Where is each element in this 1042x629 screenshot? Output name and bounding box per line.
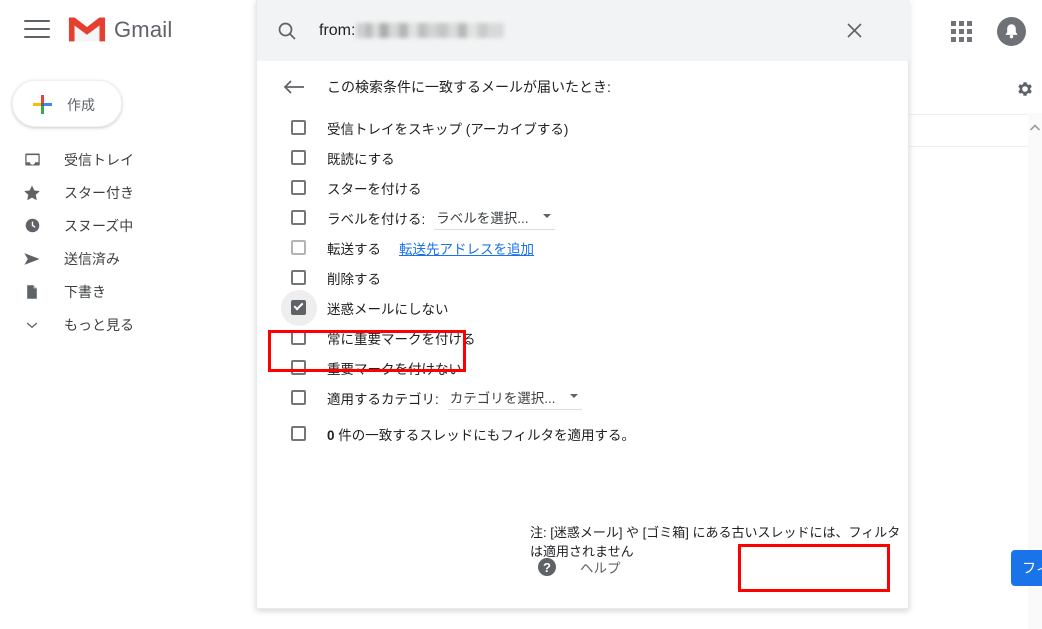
search-bar[interactable]: from: <box>257 0 910 61</box>
clock-icon <box>22 216 42 236</box>
option-label: 受信トレイをスキップ (アーカイブする) <box>327 122 569 137</box>
chevron-down-icon <box>22 315 42 335</box>
checkbox-checked[interactable] <box>281 290 317 326</box>
option-label: 転送する <box>327 242 381 257</box>
sidebar-item-more[interactable]: もっと見る <box>0 308 240 341</box>
sidebar-nav: 受信トレイ スター付き スヌーズ中 送信済み 下書き もっと見る <box>0 143 240 341</box>
compose-label: 作成 <box>67 97 95 113</box>
label-select-value: ラベルを選択... <box>436 210 529 226</box>
option-forward-it[interactable]: 転送する 転送先アドレスを追加 <box>257 233 910 263</box>
filter-options-list: 受信トレイをスキップ (アーカイブする) 既読にする スターを付ける ラベルを付… <box>257 113 910 455</box>
gmail-logo-icon <box>68 17 106 42</box>
sidebar-item-label: スター付き <box>64 184 134 201</box>
compose-button[interactable]: 作成 <box>12 80 122 127</box>
hamburger-menu-icon[interactable] <box>24 20 50 40</box>
checkbox[interactable] <box>291 330 307 346</box>
checkbox[interactable] <box>291 360 307 376</box>
checkbox[interactable] <box>291 390 307 406</box>
checkbox[interactable] <box>291 270 307 286</box>
panel-title: この検索条件に一致するメールが届いたとき: <box>327 79 611 95</box>
search-query-redacted <box>356 23 505 38</box>
create-filter-button[interactable]: フィルタを作成 <box>1011 550 1042 586</box>
option-star-it[interactable]: スターを付ける <box>257 173 910 203</box>
apps-grid-icon[interactable] <box>951 21 973 43</box>
send-icon <box>22 249 42 269</box>
add-forwarding-address-link[interactable]: 転送先アドレスを追加 <box>399 238 534 258</box>
inbox-icon <box>22 150 42 170</box>
category-select[interactable]: カテゴリを選択... <box>447 387 582 410</box>
back-arrow-icon[interactable] <box>283 77 305 97</box>
option-label: 0 件の一致するスレッドにもフィルタを適用する。 <box>327 428 636 443</box>
checkbox[interactable] <box>291 426 307 442</box>
option-label: 削除する <box>327 272 381 287</box>
option-label: ラベルを付ける: <box>327 212 426 227</box>
checkbox[interactable] <box>291 210 307 226</box>
sidebar-item-snoozed[interactable]: スヌーズ中 <box>0 209 240 242</box>
panel-header: この検索条件に一致するメールが届いたとき: <box>257 61 910 113</box>
checkbox[interactable] <box>291 180 307 196</box>
sidebar-item-sent[interactable]: 送信済み <box>0 242 240 275</box>
search-input[interactable]: from: <box>319 21 505 40</box>
close-icon[interactable] <box>845 21 864 40</box>
star-icon <box>22 183 42 203</box>
option-apply-label[interactable]: ラベルを付ける: ラベルを選択... <box>257 203 910 233</box>
chevron-down-icon <box>542 213 551 218</box>
sidebar-item-label: 下書き <box>64 283 106 300</box>
sidebar-item-starred[interactable]: スター付き <box>0 176 240 209</box>
option-label: 迷惑メールにしない <box>327 302 449 317</box>
option-always-mark-important[interactable]: 常に重要マークを付ける <box>257 323 910 353</box>
checkbox[interactable] <box>291 240 307 256</box>
option-never-mark-important[interactable]: 重要マークを付けない <box>257 353 910 383</box>
document-icon <box>22 282 42 302</box>
plus-icon <box>33 95 52 114</box>
option-mark-as-read[interactable]: 既読にする <box>257 143 910 173</box>
option-delete-it[interactable]: 削除する <box>257 263 910 293</box>
category-select-value: カテゴリを選択... <box>449 390 556 406</box>
option-categorise-as[interactable]: 適用するカテゴリ: カテゴリを選択... <box>257 383 910 413</box>
chevron-down-icon <box>569 393 578 398</box>
option-label: スターを付ける <box>327 182 422 197</box>
sidebar-item-label: 受信トレイ <box>64 151 134 168</box>
sidebar-item-drafts[interactable]: 下書き <box>0 275 240 308</box>
option-skip-inbox[interactable]: 受信トレイをスキップ (アーカイブする) <box>257 113 910 143</box>
label-select[interactable]: ラベルを選択... <box>434 207 555 230</box>
chevron-up-icon[interactable] <box>1029 122 1041 134</box>
brand-name: Gmail <box>114 17 173 42</box>
gmail-window: Gmail 作成 受信トレイ スター付き スヌーズ中 送信済み 下書き もっと見… <box>0 0 1042 629</box>
option-apply-to-existing[interactable]: 0 件の一致するスレッドにもフィルタを適用する。 <box>257 413 910 455</box>
sidebar: 作成 受信トレイ スター付き スヌーズ中 送信済み 下書き もっと見る <box>0 61 256 629</box>
sidebar-item-label: もっと見る <box>64 316 134 333</box>
gear-icon[interactable] <box>1016 80 1034 98</box>
checkbox[interactable] <box>291 120 307 136</box>
help-link[interactable]: ? ヘルプ <box>538 557 621 577</box>
option-never-send-to-spam[interactable]: 迷惑メールにしない <box>257 290 910 326</box>
help-icon: ? <box>538 558 556 576</box>
filter-panel: from: この検索条件に一致するメールが届いたとき: 受信トレイをスキップ (… <box>256 0 1042 609</box>
option-label: 重要マークを付けない <box>327 362 462 377</box>
option-label: 既読にする <box>327 152 395 167</box>
bell-avatar-icon[interactable] <box>997 17 1026 46</box>
checkbox[interactable] <box>291 150 307 166</box>
matching-threads-count: 0 <box>327 428 335 443</box>
option-label: 適用するカテゴリ: <box>327 392 439 407</box>
option-label: 常に重要マークを付ける <box>327 332 476 347</box>
filter-note: 注: [迷惑メール] や [ゴミ箱] にある古いスレッドには、フィルタは適用され… <box>530 525 901 559</box>
search-icon <box>278 22 296 40</box>
help-label: ヘルプ <box>580 561 621 576</box>
sidebar-item-inbox[interactable]: 受信トレイ <box>0 143 240 176</box>
search-query-prefix: from: <box>319 21 356 39</box>
sidebar-item-label: スヌーズ中 <box>64 217 134 234</box>
sidebar-item-label: 送信済み <box>64 250 120 267</box>
